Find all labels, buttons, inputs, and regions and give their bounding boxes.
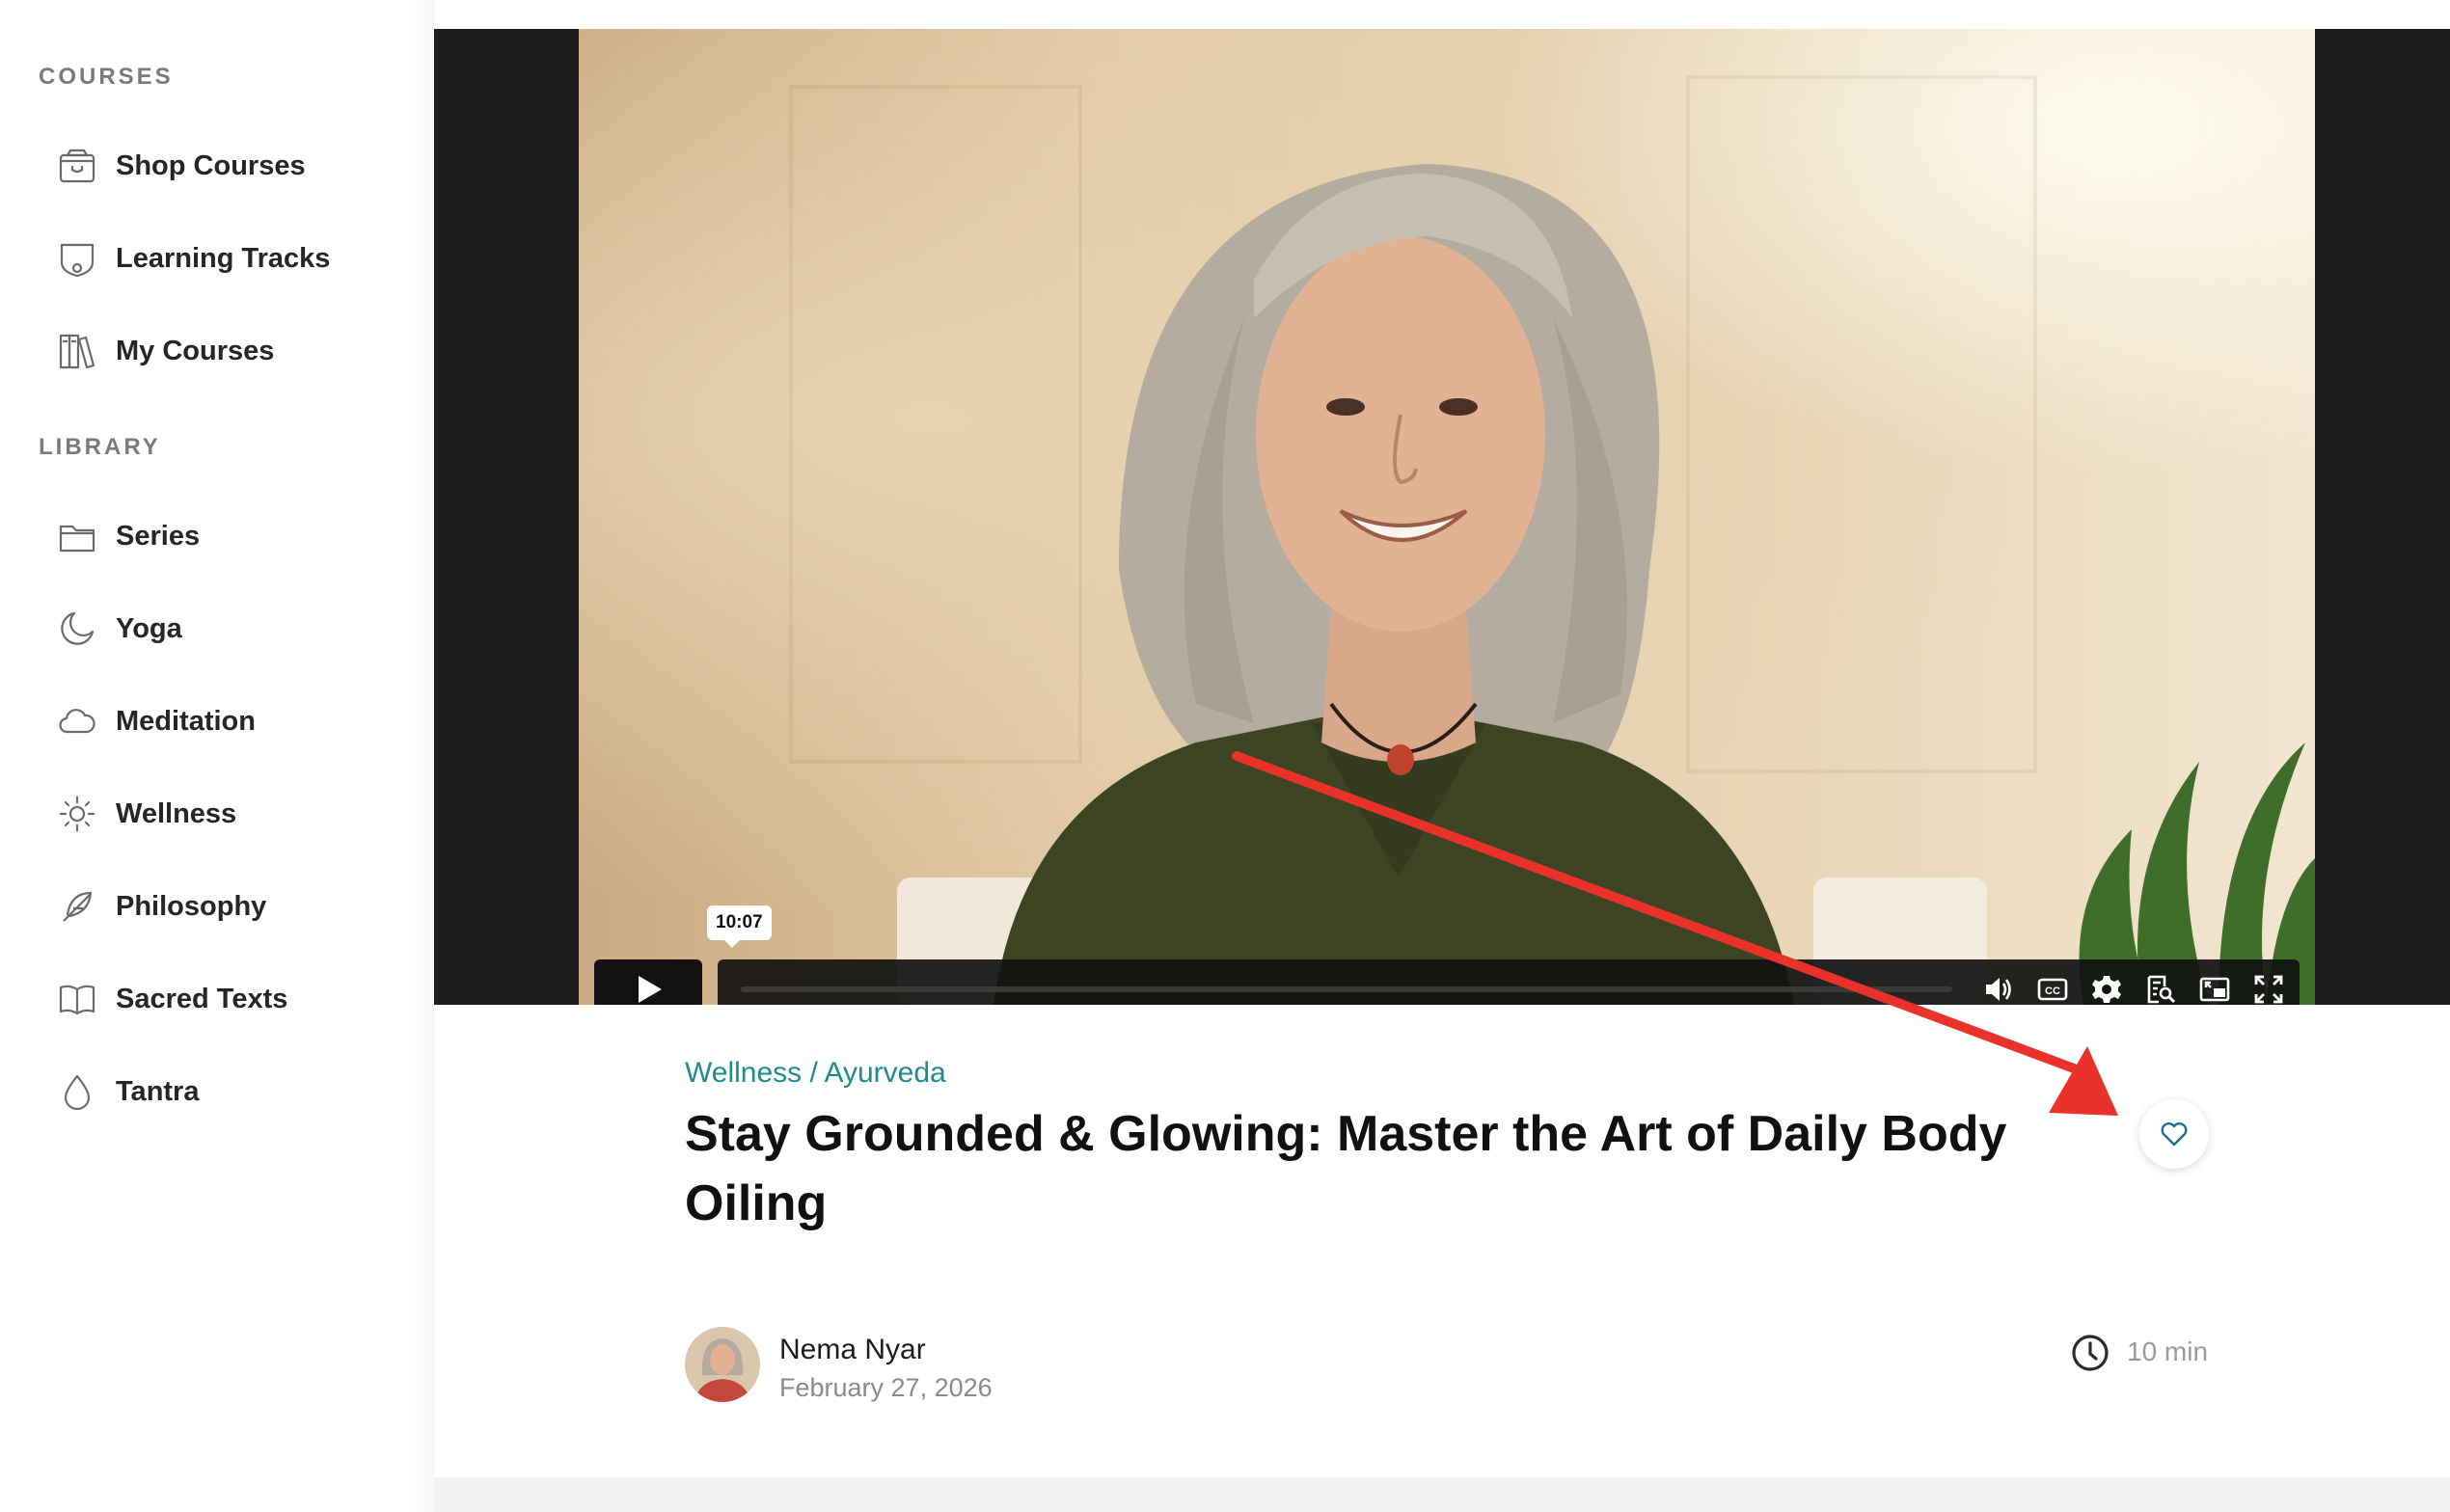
sun-icon [58, 795, 96, 833]
sidebar-item-label: Meditation [116, 705, 256, 737]
shop-bag-icon [58, 147, 96, 185]
breadcrumb[interactable]: Wellness / Ayurveda [685, 1057, 946, 1090]
sidebar-item-label: Series [116, 520, 201, 552]
author-photo [685, 1327, 760, 1402]
avatar[interactable] [685, 1327, 760, 1402]
sidebar-item-label: Shop Courses [116, 149, 306, 181]
books-icon [58, 332, 96, 370]
duration-label: 10 min [2127, 1336, 2209, 1366]
publish-date: February 27, 2026 [779, 1373, 993, 1402]
video-still-image [789, 75, 2315, 1005]
shield-track-icon [58, 239, 96, 278]
sidebar-divider [409, 0, 434, 1512]
folder-icon [58, 517, 96, 555]
progress-scrubber[interactable] [741, 986, 1952, 992]
captions-icon[interactable]: CC [2037, 974, 2068, 1005]
transcript-icon[interactable] [2145, 974, 2176, 1005]
heart-icon [2161, 1122, 2188, 1147]
time-tooltip: 10:07 [707, 905, 772, 948]
page-title: Stay Grounded & Glowing: Master the Art … [685, 1106, 2007, 1231]
library-heading: LIBRARY [39, 434, 161, 460]
drop-icon [58, 1072, 96, 1111]
feather-icon [58, 887, 96, 926]
author-name[interactable]: Nema Nyar [779, 1334, 926, 1366]
picture-in-picture-icon[interactable] [2199, 974, 2230, 1005]
sidebar-item-label: Learning Tracks [116, 242, 331, 274]
sidebar-item-label: My Courses [116, 335, 275, 366]
sidebar: COURSES Shop Courses Learning Tracks My … [0, 0, 434, 1512]
sidebar-item-label: Wellness [116, 797, 237, 829]
play-button[interactable] [594, 959, 702, 1005]
sidebar-item-shop-courses[interactable]: Shop Courses [58, 137, 306, 195]
volume-icon[interactable] [1983, 974, 2014, 1005]
sidebar-item-label: Philosophy [116, 890, 267, 922]
sidebar-item-sacred-texts[interactable]: Sacred Texts [58, 970, 287, 1028]
courses-heading: COURSES [39, 64, 174, 90]
favorite-button[interactable] [2139, 1099, 2209, 1169]
video-player[interactable]: CC 10:07 [434, 29, 2450, 1005]
open-book-icon [58, 980, 96, 1018]
sidebar-item-label: Tantra [116, 1075, 200, 1107]
moon-icon [58, 609, 96, 648]
sidebar-item-label: Yoga [116, 612, 182, 644]
clock-icon [2072, 1335, 2109, 1371]
sidebar-item-yoga[interactable]: Yoga [58, 600, 182, 658]
sidebar-item-philosophy[interactable]: Philosophy [58, 878, 266, 935]
footer-band [434, 1477, 2450, 1512]
cloud-icon [58, 702, 96, 741]
sidebar-item-my-courses[interactable]: My Courses [58, 322, 274, 380]
sidebar-item-wellness[interactable]: Wellness [58, 785, 236, 843]
play-icon [639, 976, 662, 1003]
sidebar-item-meditation[interactable]: Meditation [58, 692, 256, 750]
sidebar-item-learning-tracks[interactable]: Learning Tracks [58, 230, 330, 287]
sidebar-item-series[interactable]: Series [58, 507, 200, 565]
settings-icon[interactable] [2091, 974, 2122, 1005]
sidebar-item-tantra[interactable]: Tantra [58, 1063, 199, 1120]
fullscreen-icon[interactable] [2253, 974, 2284, 1005]
sidebar-item-label: Sacred Texts [116, 983, 288, 1014]
player-control-bar: CC [718, 959, 2300, 1005]
svg-text:CC: CC [2045, 986, 2060, 997]
video-frame[interactable] [579, 29, 2315, 1005]
